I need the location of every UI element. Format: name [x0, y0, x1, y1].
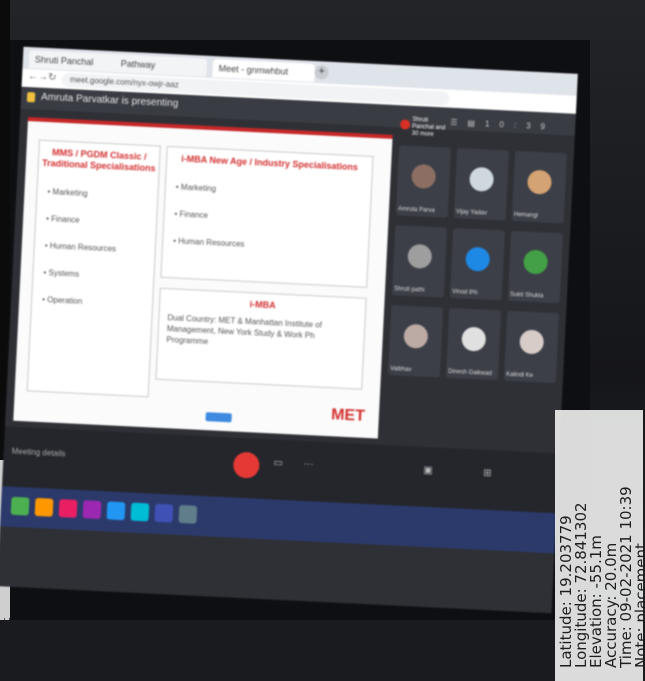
present-now-icon[interactable]: ⊞	[483, 468, 492, 479]
geotag-note: Note: placement	[632, 543, 645, 668]
participant-name: Vaibhav	[390, 366, 412, 374]
presenting-label: Amruta Parvatkar is presenting	[40, 91, 179, 110]
slide-box-imba: i-MBA Dual Country: MET & Manhattan Inst…	[155, 287, 367, 390]
slide-box-new-age: i-MBA New Age / Industry Specialisations…	[160, 145, 374, 288]
participant-name: Vijay Yadav	[455, 209, 488, 217]
avatar	[461, 326, 487, 352]
captions-icon[interactable]: ▣	[423, 465, 433, 476]
app-icon[interactable]	[58, 499, 78, 518]
camera-icon[interactable]: ▭	[273, 457, 283, 468]
participant-tile[interactable]: Shruti pathi	[391, 225, 448, 298]
monitor: Shruti Panchal Pathway Meet - gnmwhbut +…	[0, 40, 590, 620]
avatar	[526, 169, 553, 195]
app-icon[interactable]	[154, 503, 174, 523]
participant-name: Vinod 8%	[451, 288, 478, 297]
presenting-icon	[26, 92, 36, 103]
slide-list-item: Marketing	[47, 187, 157, 201]
app-icon[interactable]	[34, 497, 54, 517]
slide-list-item: Finance	[174, 209, 369, 228]
slide-list-item: Human Resources	[173, 236, 368, 255]
participant-name: Shruti pathi	[393, 286, 425, 294]
participant-name: Kalindi Ke	[505, 371, 534, 380]
met-logo: MET	[330, 406, 366, 425]
app-icon[interactable]	[130, 502, 150, 522]
chat-icon[interactable]: ▤	[467, 119, 485, 129]
participant-name: Amruta Parva	[397, 206, 435, 215]
participant-name: Hemangi	[513, 211, 539, 220]
slide-box-classic: MMS / PGDM Classic / Traditional Special…	[26, 139, 161, 398]
desk-foreground	[0, 620, 645, 681]
participant-tile[interactable]: Amruta Parva	[395, 145, 452, 218]
slide-box-heading: i-MBA New Age / Industry Specialisations	[181, 153, 359, 173]
participants-badge: Shruti Panchal and 30 more	[399, 113, 446, 141]
slide-button[interactable]	[205, 412, 232, 423]
participant-tile[interactable]: Vinod 8%	[449, 227, 506, 301]
people-icon[interactable]: ☰	[450, 118, 468, 128]
participant-tile[interactable]: Sukti Shukla	[507, 230, 564, 304]
participant-name: Sukti Shukla	[509, 291, 544, 300]
avatar	[523, 249, 549, 275]
presented-slide: MMS / PGDM Classic / Traditional Special…	[13, 117, 393, 439]
avatar	[411, 163, 437, 190]
slide-list-item: Operation	[42, 295, 152, 309]
participant-tile[interactable]: Hemangi	[511, 150, 567, 224]
reload-icon[interactable]: ↻	[48, 72, 57, 83]
avatar	[407, 243, 433, 269]
participant-tile[interactable]: Vaibhav	[387, 305, 444, 378]
mic-off-icon	[399, 119, 411, 130]
avatar	[519, 329, 545, 355]
app-icon[interactable]	[178, 504, 198, 524]
start-icon[interactable]	[10, 496, 30, 516]
slide-box-heading: MMS / PGDM Classic / Traditional Special…	[41, 147, 156, 174]
slide-list-item: Human Resources	[45, 241, 155, 255]
participant-grid: Amruta Parva Vijay Yadav Hemangi Shruti …	[385, 145, 568, 433]
participant-name: Dinesh Gaikwad	[447, 368, 492, 378]
screen: Shruti Panchal Pathway Meet - gnmwhbut +…	[0, 46, 578, 614]
end-call-button[interactable]	[232, 451, 260, 479]
back-icon[interactable]: ←	[28, 71, 39, 82]
meeting-details-button[interactable]: Meeting details	[12, 447, 66, 459]
app-icon[interactable]	[106, 501, 126, 521]
avatar	[469, 166, 495, 192]
geotag-text-block: Latitude: 19.203779 Longitude: 72.841302…	[557, 428, 645, 668]
slide-list-item: Marketing	[176, 182, 371, 201]
participant-tile[interactable]: Kalindi Ke	[503, 310, 560, 384]
meet-window: Amruta Parvatkar is presenting Shruti Pa…	[0, 86, 576, 614]
app-icon[interactable]	[82, 500, 102, 520]
participant-tile[interactable]: Dinesh Gaikwad	[445, 307, 502, 381]
more-icon[interactable]: ⋯	[303, 459, 314, 470]
slide-list-item: Finance	[46, 214, 156, 228]
participant-tile[interactable]: Vijay Yadav	[453, 148, 510, 221]
avatar	[403, 323, 429, 349]
forward-icon[interactable]: →	[38, 72, 49, 83]
slide-box-text: Dual Country: MET & Manhattan Institute …	[166, 313, 323, 347]
avatar	[465, 246, 491, 272]
new-tab-button[interactable]: +	[314, 65, 329, 80]
participants-badge-label: Shruti Panchal and 30 more	[411, 116, 446, 138]
slide-list-item: Systems	[43, 268, 153, 282]
geotag-panel: Latitude: 19.203779 Longitude: 72.841302…	[555, 410, 645, 681]
